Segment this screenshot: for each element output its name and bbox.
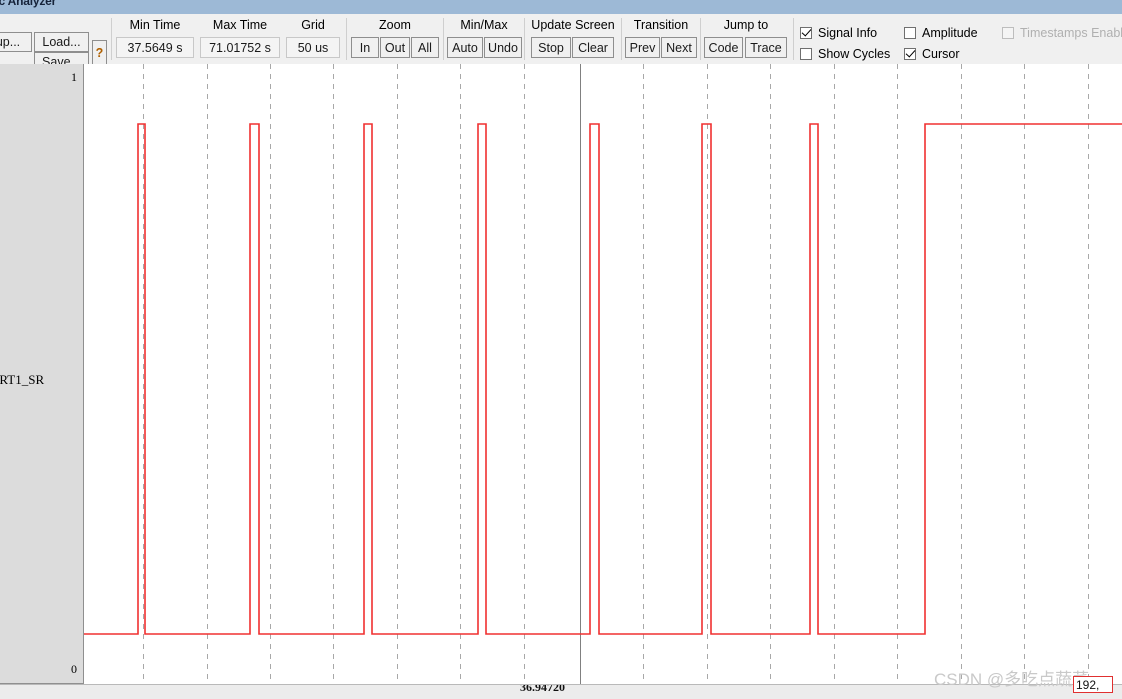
toolbar: up... Load... Save... ? Min Time 37.5649…: [0, 14, 1122, 72]
jump-to-trace-button[interactable]: Trace: [745, 37, 787, 58]
jump-to-label: Jump to: [723, 18, 769, 32]
checkbox-amplitude[interactable]: Amplitude: [904, 26, 978, 40]
checkbox-timestamps-enable: Timestamps Enable: [1002, 26, 1122, 40]
min-time-label: Min Time: [129, 18, 181, 32]
minmax-label: Min/Max: [460, 18, 508, 32]
jump-to-code-button[interactable]: Code: [704, 37, 743, 58]
grid-field[interactable]: 50 us: [286, 37, 340, 58]
window-titlebar: Logic Analyzer: [0, 0, 1122, 14]
toolbar-separator: [793, 18, 794, 60]
signal-high-level-label: 1: [71, 70, 77, 84]
minmax-group: Min/Max Auto Undo: [447, 14, 522, 64]
minmax-undo-button[interactable]: Undo: [484, 37, 522, 58]
toolbar-separator: [443, 18, 444, 60]
update-screen-stop-button[interactable]: Stop: [531, 37, 571, 58]
min-time-field[interactable]: 37.5649 s: [116, 37, 194, 58]
time-axis-bar: 36.94720: [0, 684, 1122, 699]
update-screen-group: Update Screen Stop Clear: [528, 14, 618, 64]
checkbox-timestamps-enable-label: Timestamps Enable: [1020, 26, 1122, 40]
signal-low-level-label: 0: [71, 662, 77, 676]
checkbox-timestamps-enable-box: [1002, 27, 1014, 39]
zoom-in-button[interactable]: In: [351, 37, 379, 58]
cursor-value-tooltip: 192,: [1073, 676, 1113, 693]
checkbox-signal-info-box[interactable]: [800, 27, 812, 39]
checkbox-amplitude-label: Amplitude: [922, 26, 978, 40]
checkbox-amplitude-box[interactable]: [904, 27, 916, 39]
toolbar-separator: [621, 18, 622, 60]
checkbox-show-cycles-label: Show Cycles: [818, 47, 891, 61]
grid-group: Grid 50 us: [286, 14, 340, 64]
waveform-plot[interactable]: [84, 64, 1122, 684]
transition-group: Transition Prev Next: [625, 14, 697, 64]
transition-prev-button[interactable]: Prev: [625, 37, 660, 58]
checkbox-show-cycles[interactable]: Show Cycles: [800, 47, 890, 61]
signal-info-pane[interactable]: 1 ART1_SR 0: [0, 64, 84, 684]
max-time-label: Max Time: [212, 18, 268, 32]
setup-button[interactable]: up...: [0, 32, 32, 52]
waveform-svg: [84, 64, 1122, 684]
checkbox-signal-info-label: Signal Info: [818, 26, 878, 40]
help-button[interactable]: ?: [92, 40, 107, 66]
signal-trace: [84, 123, 1122, 635]
signal-name-label: ART1_SR: [0, 372, 45, 387]
checkbox-cursor-label: Cursor: [922, 47, 960, 61]
grid-label: Grid: [301, 18, 325, 32]
jump-to-group: Jump to Code Trace: [704, 14, 788, 64]
checkbox-show-cycles-box[interactable]: [800, 48, 812, 60]
toolbar-separator: [524, 18, 525, 60]
time-axis-tick-label: 36.94720: [520, 684, 565, 694]
toolbar-separator: [700, 18, 701, 60]
update-screen-clear-button[interactable]: Clear: [572, 37, 614, 58]
checkbox-signal-info[interactable]: Signal Info: [800, 26, 877, 40]
max-time-group: Max Time 71.01752 s: [200, 14, 280, 64]
max-time-field[interactable]: 71.01752 s: [200, 37, 280, 58]
logic-analyzer-window: Logic Analyzer up... Load... Save... ? M…: [0, 0, 1122, 699]
transition-next-button[interactable]: Next: [661, 37, 697, 58]
toolbar-separator: [346, 18, 347, 60]
transition-label: Transition: [633, 18, 689, 32]
update-screen-label: Update Screen: [531, 18, 615, 32]
zoom-out-button[interactable]: Out: [380, 37, 410, 58]
min-time-group: Min Time 37.5649 s: [116, 14, 194, 64]
window-title: Logic Analyzer: [0, 0, 57, 8]
zoom-group: Zoom In Out All: [351, 14, 439, 64]
load-button[interactable]: Load...: [34, 32, 89, 52]
toolbar-separator: [111, 18, 112, 60]
checkbox-cursor-box[interactable]: [904, 48, 916, 60]
zoom-label: Zoom: [379, 18, 411, 32]
zoom-all-button[interactable]: All: [411, 37, 439, 58]
checkbox-cursor[interactable]: Cursor: [904, 47, 960, 61]
minmax-auto-button[interactable]: Auto: [447, 37, 483, 58]
